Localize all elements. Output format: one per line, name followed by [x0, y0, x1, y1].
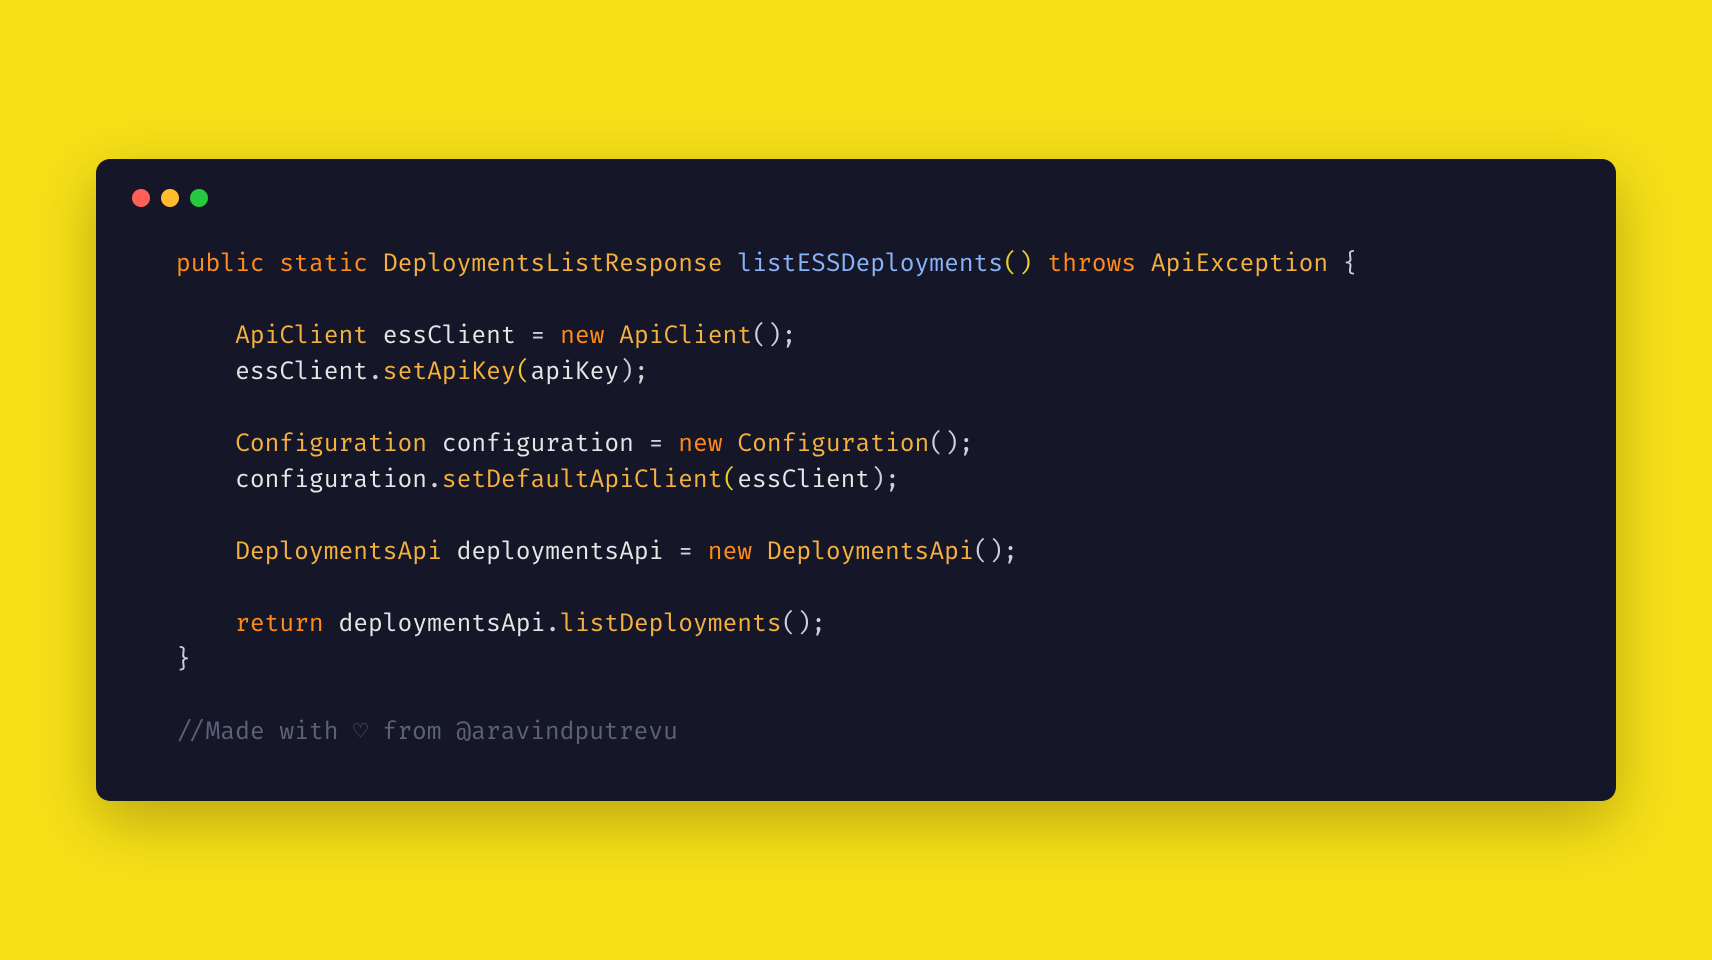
arg-apikey: apiKey [531, 358, 620, 387]
type-return: DeploymentsListResponse [383, 250, 723, 279]
var-essclient: essClient [383, 322, 516, 351]
function-name: listESSDeployments [737, 250, 1003, 279]
maximize-icon[interactable] [190, 189, 208, 207]
type-deploymentsapi: DeploymentsApi [235, 538, 442, 567]
type-apiclient: ApiClient [235, 322, 368, 351]
paren: () [1003, 250, 1033, 279]
keyword-new: new [678, 430, 722, 459]
paren-close: ); [870, 466, 900, 495]
close-icon[interactable] [132, 189, 150, 207]
tail: (); [974, 538, 1018, 567]
dot: . [368, 358, 383, 387]
type-configuration: Configuration [235, 430, 427, 459]
method-setdefaultapiclient: setDefaultApiClient [442, 466, 723, 495]
arg-essclient: essClient [737, 466, 870, 495]
minimize-icon[interactable] [161, 189, 179, 207]
dot: . [545, 610, 560, 639]
keyword-public: public [176, 250, 265, 279]
var-deploymentsapi: deploymentsApi [457, 538, 664, 567]
ctor-apiclient: ApiClient [619, 322, 752, 351]
brace-open: { [1343, 250, 1358, 279]
window-traffic-lights [132, 189, 1576, 207]
code-block: public static DeploymentsListResponse li… [176, 247, 1576, 751]
tail: (); [929, 430, 973, 459]
paren-open: ( [722, 466, 737, 495]
keyword-return: return [235, 610, 324, 639]
var-configuration: configuration [442, 430, 634, 459]
brace-close: } [176, 646, 191, 675]
obj-essclient: essClient [235, 358, 368, 387]
type-exception: ApiException [1151, 250, 1328, 279]
equals: = [531, 322, 546, 351]
keyword-throws: throws [1047, 250, 1136, 279]
keyword-new: new [708, 538, 752, 567]
obj-configuration: configuration [235, 466, 427, 495]
method-setapikey: setApiKey [383, 358, 516, 387]
keyword-new: new [560, 322, 604, 351]
paren-open: ( [516, 358, 531, 387]
tail: (); [752, 322, 796, 351]
method-listdeployments: listDeployments [560, 610, 782, 639]
signature-comment: //Made with ♡ from @aravindputrevu [176, 718, 678, 747]
ctor-configuration: Configuration [737, 430, 929, 459]
obj-deploymentsapi: deploymentsApi [338, 610, 545, 639]
paren-close: ); [619, 358, 649, 387]
equals: = [649, 430, 664, 459]
equals: = [678, 538, 693, 567]
dot: . [427, 466, 442, 495]
tail: (); [782, 610, 826, 639]
keyword-static: static [279, 250, 368, 279]
ctor-deploymentsapi: DeploymentsApi [767, 538, 974, 567]
code-window: public static DeploymentsListResponse li… [96, 159, 1616, 801]
